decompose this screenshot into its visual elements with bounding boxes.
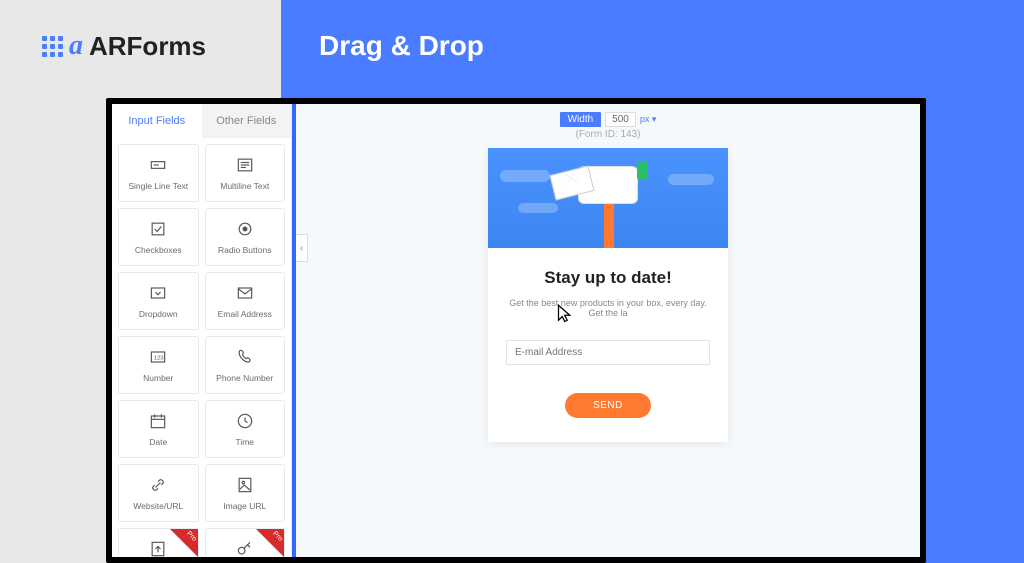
- field-single-line[interactable]: Single Line Text: [118, 144, 199, 202]
- brand-logo: a ARForms: [42, 30, 206, 62]
- field-email[interactable]: Email Address: [205, 272, 286, 330]
- field-label: Checkboxes: [135, 246, 182, 255]
- text-multi-icon: [234, 154, 256, 176]
- link-icon: [147, 474, 169, 496]
- field-label: Phone Number: [216, 374, 273, 383]
- key-icon: [234, 538, 256, 557]
- width-input[interactable]: 500: [605, 112, 636, 127]
- field-label: Single Line Text: [128, 182, 188, 191]
- checkbox-icon: [147, 218, 169, 240]
- field-label: Time: [235, 438, 254, 447]
- field-label: Email Address: [218, 310, 272, 319]
- field-phone[interactable]: Phone Number: [205, 336, 286, 394]
- field-label: Date: [149, 438, 167, 447]
- number-icon: 123: [147, 346, 169, 368]
- field-palette: Input Fields Other Fields Single Line Te…: [112, 104, 292, 557]
- field-number[interactable]: 123 Number: [118, 336, 199, 394]
- field-url[interactable]: Website/URL: [118, 464, 199, 522]
- field-checkboxes[interactable]: Checkboxes: [118, 208, 199, 266]
- form-canvas[interactable]: Width 500 px ▾ (Form ID: 143) Stay up to…: [296, 104, 920, 557]
- pro-badge: [256, 529, 284, 557]
- clock-icon: [234, 410, 256, 432]
- form-subtitle: Get the best new products in your box, e…: [506, 298, 710, 318]
- brand-name: ARForms: [89, 31, 206, 62]
- dropdown-icon: [147, 282, 169, 304]
- upload-icon: [147, 538, 169, 557]
- brand-a-icon: a: [69, 30, 83, 62]
- form-hero-image: [488, 148, 728, 248]
- app-window: Input Fields Other Fields Single Line Te…: [106, 98, 926, 563]
- field-radio[interactable]: Radio Buttons: [205, 208, 286, 266]
- field-time[interactable]: Time: [205, 400, 286, 458]
- width-unit-select[interactable]: px ▾: [640, 114, 657, 125]
- field-dropdown[interactable]: Dropdown: [118, 272, 199, 330]
- field-multiline[interactable]: Multiline Text: [205, 144, 286, 202]
- image-icon: [234, 474, 256, 496]
- field-image-url[interactable]: Image URL: [205, 464, 286, 522]
- form-id-label: (Form ID: 143): [575, 129, 640, 140]
- field-label: Image URL: [223, 502, 266, 511]
- svg-text:123: 123: [154, 356, 164, 362]
- banner-title: Drag & Drop: [319, 30, 1024, 62]
- radio-icon: [234, 218, 256, 240]
- field-label: Multiline Text: [220, 182, 269, 191]
- tab-input-fields[interactable]: Input Fields: [112, 104, 202, 138]
- width-control: Width 500 px ▾: [560, 112, 657, 127]
- field-date[interactable]: Date: [118, 400, 199, 458]
- text-line-icon: [147, 154, 169, 176]
- calendar-icon: [147, 410, 169, 432]
- tab-other-fields[interactable]: Other Fields: [202, 104, 292, 138]
- phone-icon: [234, 346, 256, 368]
- width-label: Width: [560, 112, 602, 127]
- brand-dots-icon: [42, 36, 63, 57]
- field-password[interactable]: Password: [205, 528, 286, 557]
- pro-badge: [170, 529, 198, 557]
- field-label: Radio Buttons: [218, 246, 271, 255]
- field-label: Dropdown: [139, 310, 178, 319]
- field-label: Number: [143, 374, 173, 383]
- field-upload[interactable]: File Upload: [118, 528, 199, 557]
- field-label: Website/URL: [133, 502, 183, 511]
- email-icon: [234, 282, 256, 304]
- form-title: Stay up to date!: [506, 268, 710, 288]
- email-field[interactable]: [506, 340, 710, 365]
- send-button[interactable]: SEND: [565, 393, 651, 418]
- form-preview[interactable]: Stay up to date! Get the best new produc…: [488, 148, 728, 442]
